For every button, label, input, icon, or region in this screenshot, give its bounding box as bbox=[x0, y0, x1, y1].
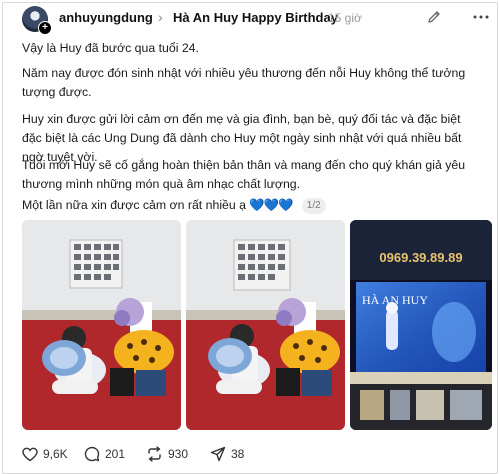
billboard-phone: 0969.39.89.89 bbox=[379, 250, 462, 265]
repost-button[interactable]: 930 bbox=[146, 444, 188, 464]
post-time: 15 giờ bbox=[328, 11, 362, 25]
more-options-icon[interactable] bbox=[472, 9, 490, 25]
like-button[interactable]: 9,6K bbox=[22, 444, 68, 464]
share-count: 38 bbox=[231, 447, 245, 461]
comment-icon bbox=[84, 446, 100, 462]
blue-hearts: 💙💙💙 bbox=[249, 198, 293, 212]
post-paragraph: Tuổi mới Huy sẽ cố gắng hoàn thiện bản t… bbox=[22, 158, 466, 191]
follow-plus-icon[interactable]: + bbox=[38, 21, 52, 35]
repost-count: 930 bbox=[168, 447, 189, 461]
send-icon bbox=[210, 446, 226, 462]
photo-birthday-1[interactable] bbox=[22, 220, 181, 430]
comment-button[interactable]: 201 bbox=[84, 444, 125, 464]
photo-carousel[interactable]: 0969.39.89.89 HÀ AN HUY bbox=[22, 220, 492, 432]
photo-birthday-2[interactable] bbox=[186, 220, 345, 430]
post-paragraph: Vậy là Huy đã bước qua tuổi 24. bbox=[22, 41, 199, 55]
heart-icon bbox=[22, 447, 38, 461]
post-paragraph: Năm nay được đón sinh nhật với nhiều yêu… bbox=[22, 66, 466, 99]
topic-tag[interactable]: Hà An Huy Happy Birthday bbox=[173, 10, 338, 25]
post-paragraph-last: Một lần nữa xin được cảm ơn rất nhiều ạ … bbox=[22, 196, 480, 215]
post-header: + anhuyungdung › Hà An Huy Happy Birthda… bbox=[22, 6, 489, 35]
like-count: 9,6K bbox=[43, 447, 68, 461]
photo-billboard[interactable]: 0969.39.89.89 HÀ AN HUY bbox=[350, 220, 492, 430]
post-last-line: Một lần nữa xin được cảm ơn rất nhiều ạ bbox=[22, 198, 246, 212]
repost-icon bbox=[148, 446, 161, 462]
comment-count: 201 bbox=[105, 447, 126, 461]
edit-icon[interactable] bbox=[426, 9, 442, 25]
share-button[interactable]: 38 bbox=[210, 444, 244, 464]
thread-pager: 1/2 bbox=[301, 198, 326, 214]
action-bar: 9,6K 201 930 38 bbox=[22, 444, 322, 464]
username[interactable]: anhuyungdung bbox=[59, 10, 153, 25]
chevron-right-icon: › bbox=[158, 9, 163, 25]
